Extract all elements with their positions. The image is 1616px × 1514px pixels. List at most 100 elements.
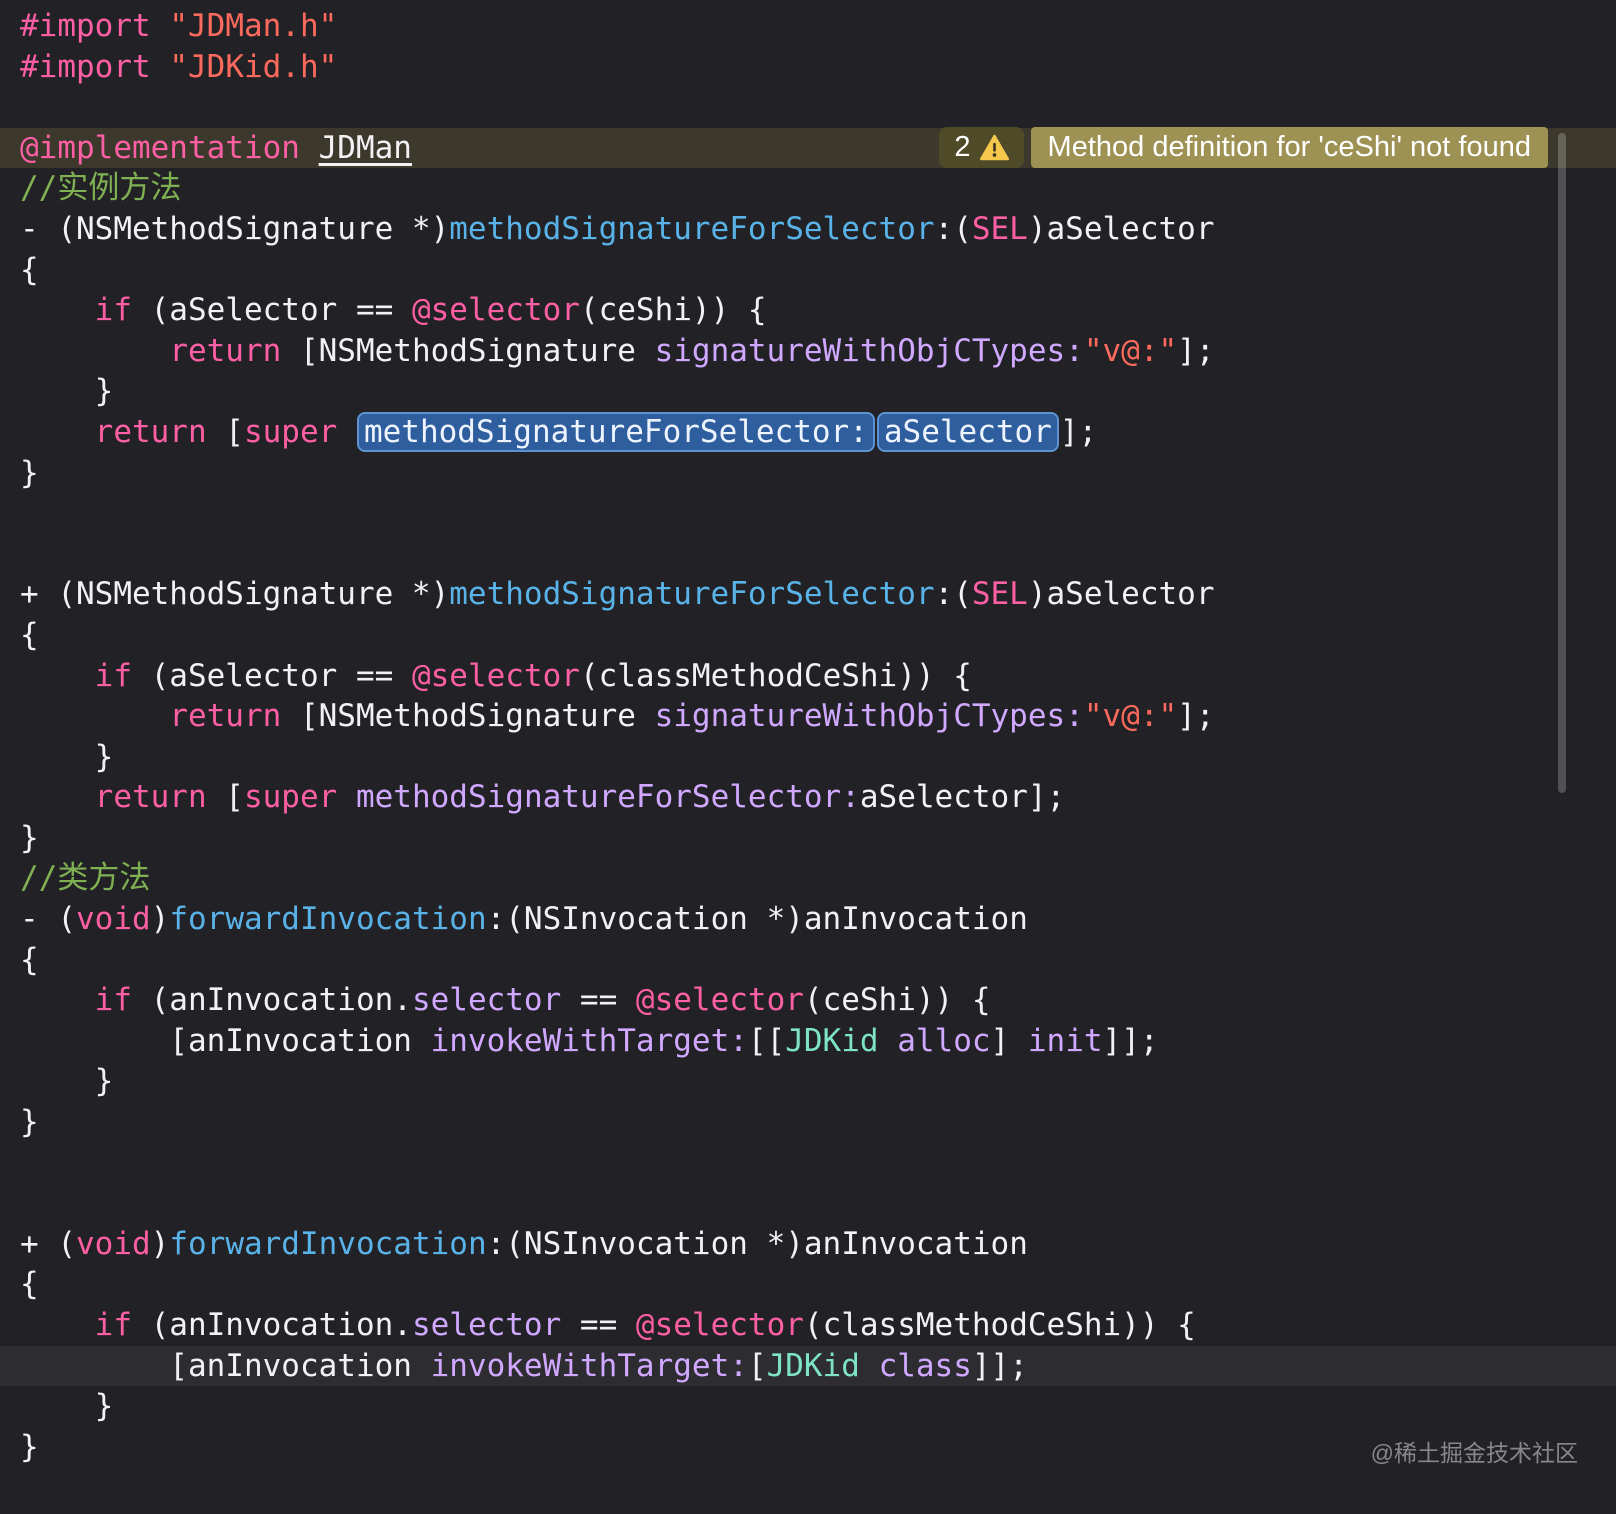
code-token: void [76,901,151,938]
code-token: } [20,738,114,775]
code-token: aSelector]; [859,779,1066,816]
code-line[interactable]: + (void)forwardInvocation:(NSInvocation … [0,1224,1616,1265]
code-token: if [94,657,132,694]
code-line[interactable]: { [0,940,1616,981]
code-line[interactable]: } [0,371,1616,412]
code-line[interactable]: } [0,818,1616,859]
code-line[interactable]: + (NSMethodSignature *)methodSignatureFo… [0,574,1616,615]
code-token: methodSignatureForSelector: [355,779,860,816]
code-line[interactable]: - (NSMethodSignature *)methodSignatureFo… [0,209,1616,250]
warning-count: 2 [954,131,971,163]
code-token: [ [206,413,244,450]
code-token: ]; [1177,332,1215,369]
code-token: [[ [747,1022,786,1059]
code-token: ]; [1059,413,1098,450]
code-token: } [20,1063,114,1100]
code-token: } [20,373,114,410]
code-line[interactable]: - (void)forwardInvocation:(NSInvocation … [0,899,1616,940]
code-token: (classMethodCeShi)) { [579,657,972,694]
code-token: if [94,1307,132,1343]
code-token: void [76,1225,151,1262]
code-token: #import [20,8,151,44]
code-token: + (NSMethodSignature *) [20,576,450,613]
code-line[interactable]: { [0,615,1616,656]
code-token: { [20,251,39,288]
code-line[interactable] [0,1183,1616,1224]
code-token: //实例方法 [20,170,182,207]
code-line[interactable]: } [0,1061,1616,1102]
code-line[interactable]: [anInvocation invokeWithTarget:[[JDKid a… [0,1021,1616,1062]
code-token: [ [747,1347,767,1384]
code-line[interactable]: //实例方法 [0,168,1616,209]
code-token: ] [990,1022,1028,1059]
code-token: @implementation [20,129,300,166]
code-token: [NSMethodSignature [281,698,655,735]
code-area[interactable]: #import "JDMan.h" #import "JDKid.h" @imple… [0,0,1616,1514]
code-token: [anInvocation [20,1022,431,1059]
code-line[interactable]: if (aSelector == @selector(ceShi)) { [0,290,1616,331]
code-token: forwardInvocation [169,1225,487,1262]
code-line[interactable] [0,87,1616,128]
code-line[interactable]: return [super methodSignatureForSelector… [0,777,1616,818]
code-token: super [243,779,338,816]
code-line[interactable]: { [0,250,1616,291]
code-line[interactable]: #import "JDMan.h" [0,6,1616,47]
code-line[interactable]: return [super methodSignatureForSelector… [0,411,1616,453]
code-line[interactable]: if (anInvocation.selector == @selector(c… [0,1305,1616,1346]
code-line[interactable]: #import "JDKid.h" [0,47,1616,88]
code-token: "JDMan.h" [169,8,338,44]
code-line[interactable]: return [NSMethodSignature signatureWithO… [0,696,1616,737]
code-token: "v@:" [1083,332,1178,369]
code-token: ]]; [1102,1022,1159,1059]
code-token: init [1027,1022,1103,1059]
code-line[interactable]: [anInvocation invokeWithTarget:[JDKid cl… [0,1345,1616,1387]
code-token: @selector [411,657,580,694]
code-token: ]; [1177,698,1215,735]
code-token: JDKid [785,1022,879,1059]
code-token: JDMan [318,129,412,166]
code-token: )aSelector [1027,576,1215,613]
code-token: @selector [635,982,804,1019]
code-line[interactable] [0,534,1616,575]
code-line[interactable]: if (anInvocation.selector == @selector(c… [0,980,1616,1021]
code-token: (anInvocation. [131,982,412,1019]
code-line[interactable]: } [0,737,1616,778]
code-line[interactable] [0,1143,1616,1184]
code-token: [NSMethodSignature [281,332,655,369]
code-token: } [20,1428,39,1465]
code-line[interactable]: } [0,453,1616,494]
code-token: selector [411,982,562,1019]
code-line[interactable]: if (aSelector == @selector(classMethodCe… [0,656,1616,697]
selected-token: aSelector [876,411,1059,452]
code-token: :(NSInvocation *)anInvocation [486,1225,1028,1262]
code-token: { [20,1266,39,1303]
code-line[interactable] [0,493,1616,534]
warning-count-badge[interactable]: 2 [939,127,1024,168]
code-token: #import [20,48,151,85]
code-token: methodSignatureForSelector [449,210,935,247]
code-line[interactable]: } [0,1386,1616,1427]
code-token: "v@:" [1083,698,1178,735]
code-token: class [878,1347,972,1384]
code-line[interactable]: //类方法 [0,858,1616,899]
warning-message[interactable]: Method definition for 'ceShi' not found [1030,127,1548,168]
code-line[interactable]: { [0,1264,1616,1305]
code-token: } [20,454,39,491]
code-line[interactable]: } [0,1102,1616,1143]
code-token: return [169,332,282,369]
code-token: )aSelector [1027,210,1215,247]
code-token: :( [934,576,972,613]
code-token: signatureWithObjCTypes: [654,698,1084,735]
code-line[interactable]: return [NSMethodSignature signatureWithO… [0,331,1616,372]
code-token: [anInvocation [20,1347,431,1384]
code-token: [ [206,779,244,816]
scrollbar-thumb[interactable] [1558,133,1566,793]
code-token: ]]; [971,1347,1028,1384]
